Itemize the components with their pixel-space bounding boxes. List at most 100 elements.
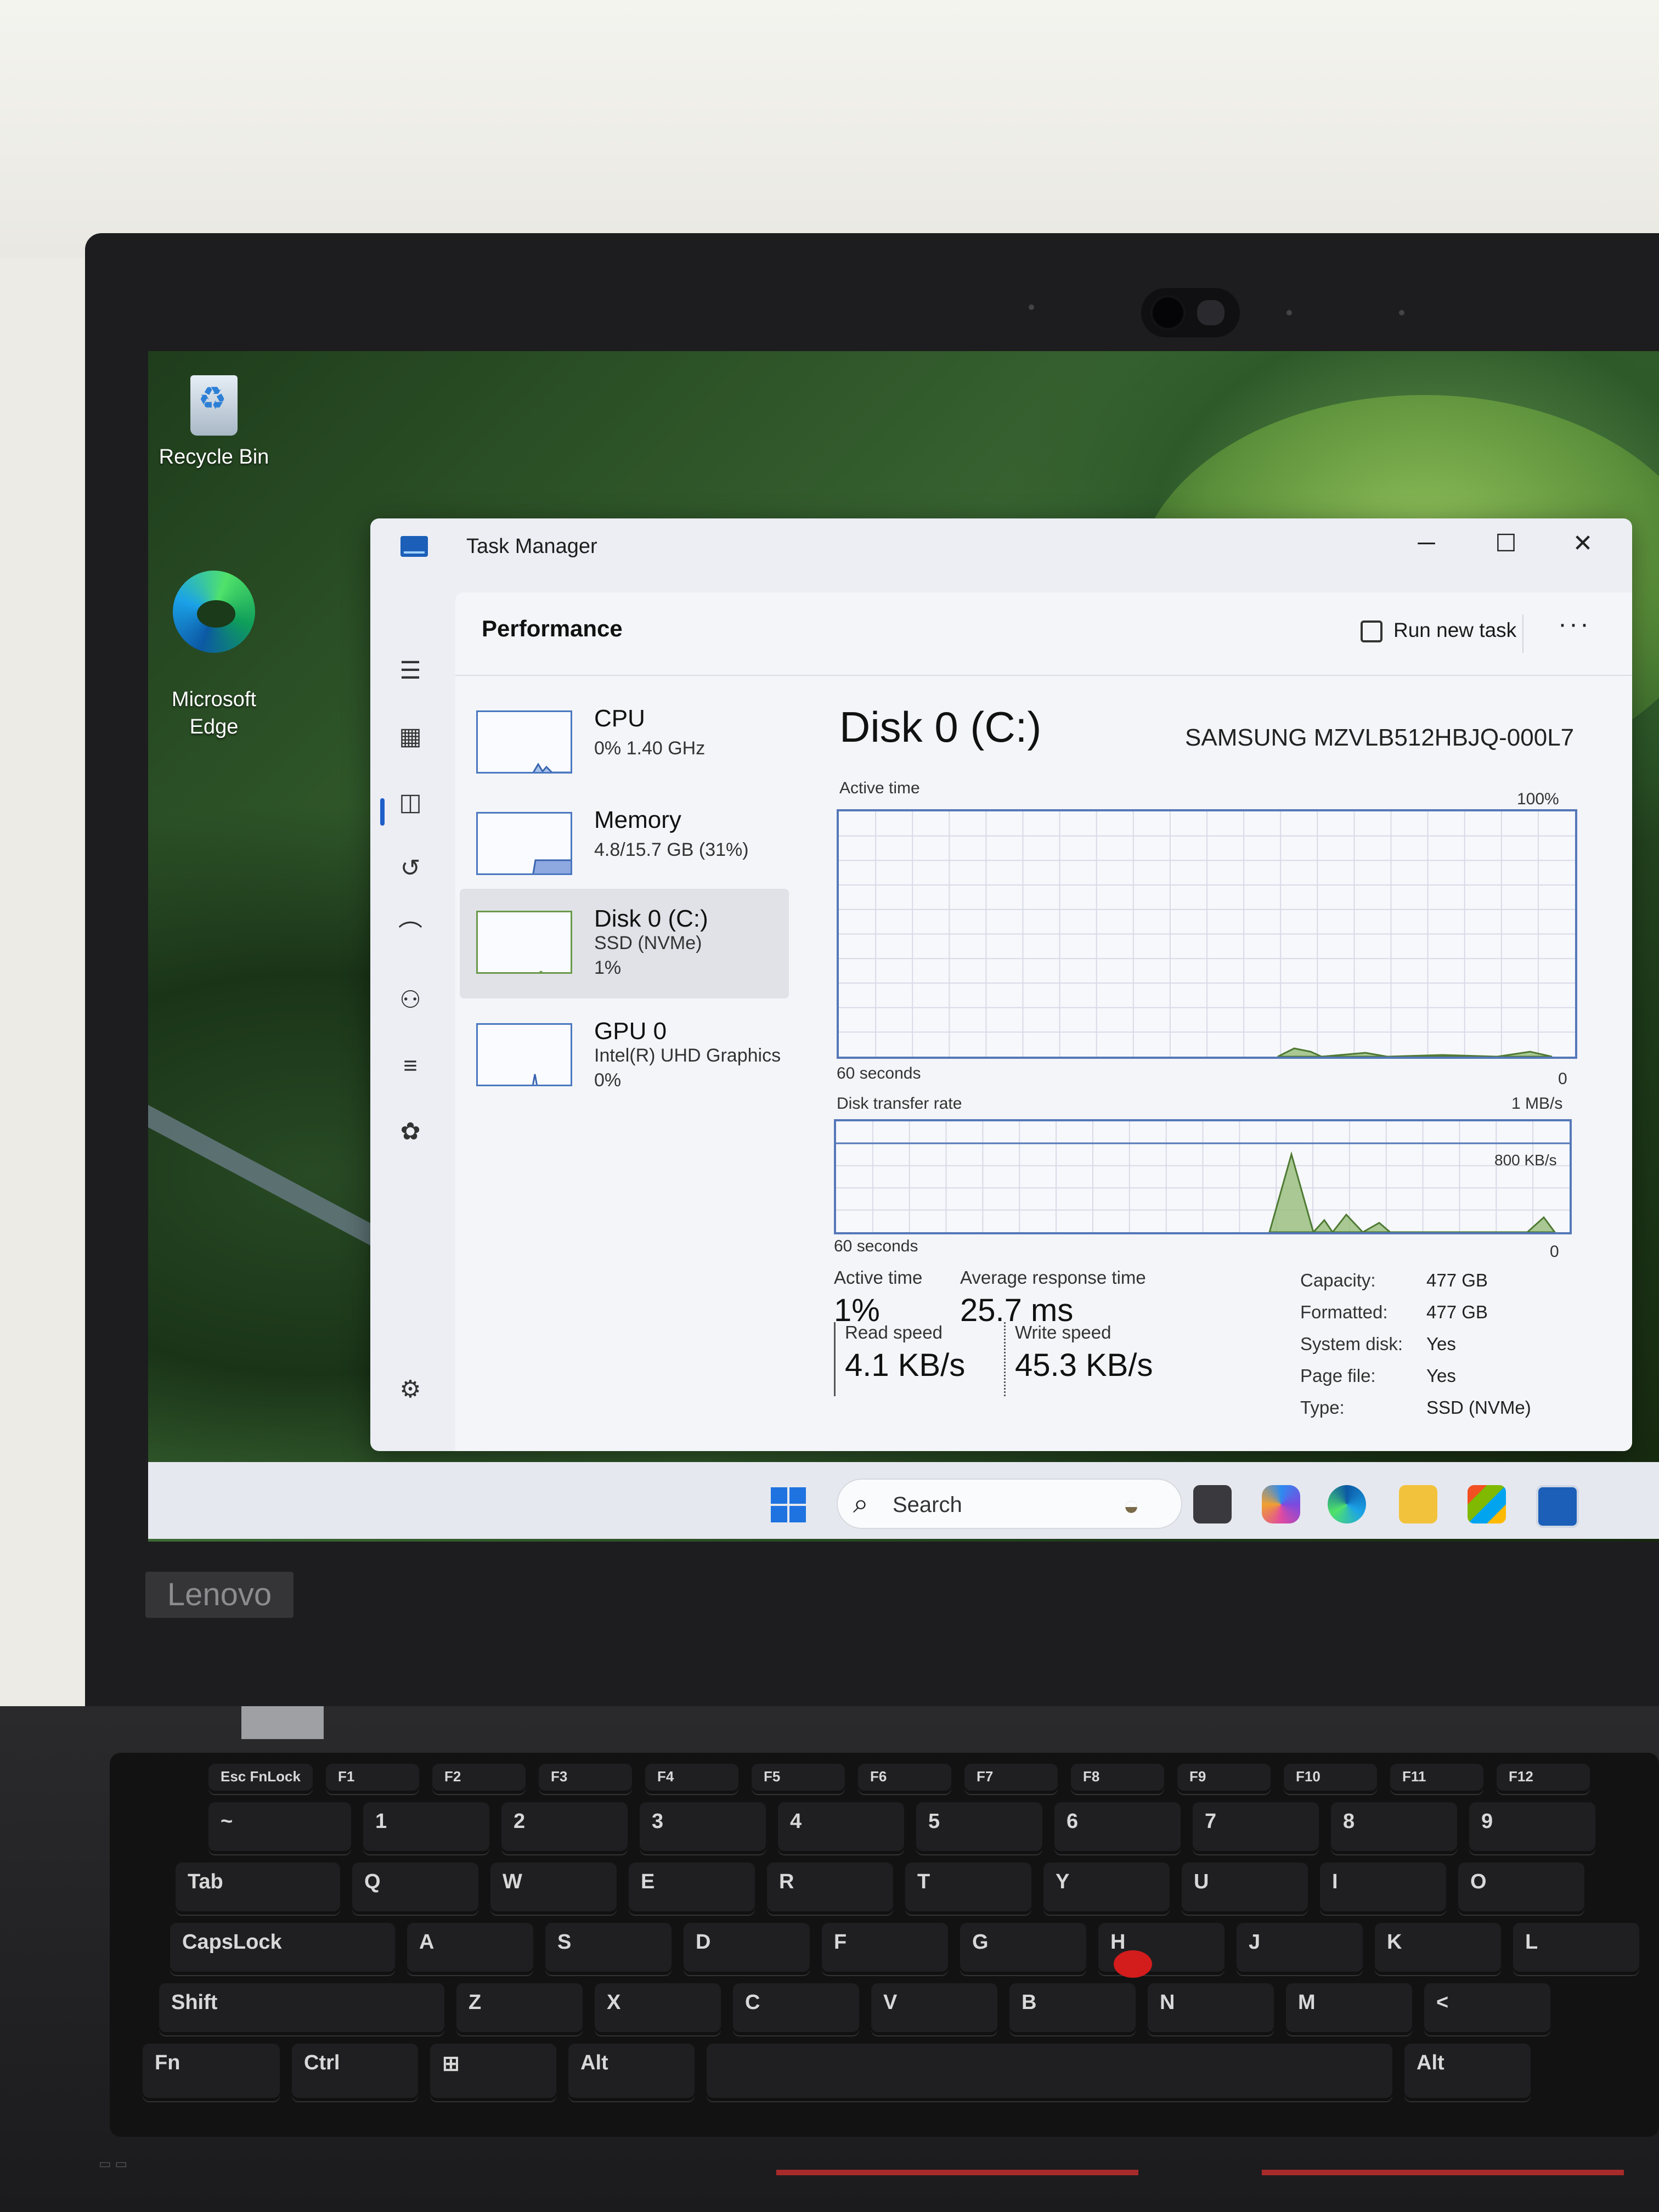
key[interactable]: S [545, 1923, 672, 1975]
device-item-disk[interactable]: Disk 0 (C:) SSD (NVMe) 1% [460, 889, 789, 998]
key[interactable]: Alt [568, 2044, 695, 2101]
trackpoint[interactable] [1114, 1950, 1152, 1978]
more-options-icon[interactable]: ··· [1558, 609, 1591, 639]
settings-gear-icon[interactable]: ⚙ [395, 1374, 426, 1405]
key[interactable]: Z [456, 1983, 583, 2035]
key[interactable]: Y [1043, 1863, 1170, 1915]
key[interactable]: B [1009, 1983, 1136, 2035]
key-label: B [1022, 1991, 1037, 2014]
key[interactable]: 4 [778, 1802, 904, 1854]
key[interactable] [707, 2044, 1392, 2101]
edge-taskbar-icon[interactable] [1328, 1485, 1366, 1523]
key[interactable]: 1 [363, 1802, 489, 1854]
run-new-task-button[interactable]: Run new task [1361, 619, 1516, 643]
copilot-icon[interactable] [1262, 1485, 1300, 1523]
device-item-memory[interactable]: Memory 4.8/15.7 GB (31%) [460, 790, 789, 900]
key[interactable]: 7 [1193, 1802, 1319, 1854]
key[interactable]: 6 [1054, 1802, 1181, 1854]
key[interactable]: Ctrl [292, 2044, 418, 2101]
taskbar-search[interactable]: ⌕ Search ◒ [837, 1479, 1182, 1529]
device-type: SSD (NVMe) [594, 933, 702, 953]
key[interactable]: K [1375, 1923, 1501, 1975]
close-button[interactable]: ✕ [1558, 529, 1607, 557]
processes-icon[interactable]: ▦ [395, 721, 426, 752]
key[interactable]: F3 [539, 1764, 632, 1794]
device-stats: 4.8/15.7 GB (31%) [594, 839, 749, 860]
maximize-button[interactable]: ☐ [1481, 529, 1531, 557]
key[interactable]: ~ [208, 1802, 351, 1854]
key[interactable]: F1 [326, 1764, 419, 1794]
key[interactable]: T [905, 1863, 1031, 1915]
minimize-button[interactable]: ─ [1402, 529, 1451, 557]
key[interactable]: F2 [432, 1764, 526, 1794]
key[interactable]: F12 [1497, 1764, 1590, 1794]
key[interactable]: L [1513, 1923, 1639, 1975]
key[interactable]: 5 [916, 1802, 1042, 1854]
key-label: ⊞ [442, 2052, 460, 2075]
key[interactable]: F5 [752, 1764, 845, 1794]
device-usage: 0% [594, 1070, 622, 1091]
key[interactable]: ⊞ [430, 2044, 556, 2101]
key[interactable]: R [767, 1863, 893, 1915]
key[interactable]: O [1458, 1863, 1584, 1915]
app-history-icon[interactable]: ↺ [395, 853, 426, 884]
key[interactable]: Esc FnLock [208, 1764, 313, 1794]
performance-icon[interactable]: ◫ [395, 787, 426, 818]
key[interactable]: 3 [640, 1802, 766, 1854]
device-item-gpu[interactable]: GPU 0 Intel(R) UHD Graphics 0% [460, 1001, 789, 1111]
key[interactable]: X [595, 1983, 721, 2035]
start-button[interactable] [771, 1487, 806, 1522]
cpu-thumbnail-graph [476, 710, 572, 774]
key-label: 8 [1343, 1810, 1355, 1833]
key[interactable]: D [684, 1923, 810, 1975]
key[interactable]: Shift [159, 1983, 444, 2035]
key[interactable]: F10 [1284, 1764, 1377, 1794]
device-name: Disk 0 (C:) [594, 905, 708, 932]
details-icon[interactable]: ≡ [395, 1051, 426, 1081]
key[interactable]: G [960, 1923, 1086, 1975]
users-icon[interactable]: ⚇ [395, 985, 426, 1015]
key-label: F12 [1509, 1768, 1533, 1785]
key[interactable]: F [822, 1923, 948, 1975]
key[interactable]: Alt [1404, 2044, 1531, 2101]
key[interactable]: C [733, 1983, 859, 2035]
key[interactable]: I [1320, 1863, 1446, 1915]
key[interactable]: E [629, 1863, 755, 1915]
page-title: Performance [482, 616, 623, 641]
key-label: Alt [1417, 2051, 1444, 2074]
key[interactable]: N [1148, 1983, 1274, 2035]
key[interactable]: F11 [1390, 1764, 1483, 1794]
key[interactable]: Q [352, 1863, 478, 1915]
key[interactable]: F6 [858, 1764, 951, 1794]
key[interactable]: W [490, 1863, 617, 1915]
task-view-icon[interactable] [1193, 1485, 1232, 1523]
startup-apps-icon[interactable]: ⌒ [395, 919, 426, 950]
title-bar[interactable]: Task Manager ─ ☐ ✕ [370, 518, 1632, 601]
key[interactable]: F9 [1177, 1764, 1271, 1794]
key[interactable]: CapsLock [170, 1923, 395, 1975]
hamburger-menu-icon[interactable]: ☰ [395, 656, 426, 686]
key[interactable]: U [1182, 1863, 1308, 1915]
key[interactable]: < [1424, 1983, 1550, 2035]
key[interactable]: A [407, 1923, 533, 1975]
key[interactable]: F4 [645, 1764, 738, 1794]
task-manager-taskbar-icon[interactable] [1536, 1485, 1579, 1528]
store-icon[interactable] [1468, 1485, 1506, 1523]
key[interactable]: V [871, 1983, 997, 2035]
key[interactable]: F7 [964, 1764, 1058, 1794]
key[interactable]: 8 [1331, 1802, 1457, 1854]
key[interactable]: 2 [501, 1802, 628, 1854]
key-label: 4 [790, 1810, 802, 1833]
key[interactable]: M [1286, 1983, 1412, 2035]
key[interactable]: Fn [143, 2044, 280, 2101]
key[interactable]: F8 [1071, 1764, 1164, 1794]
services-icon[interactable]: ✿ [395, 1116, 426, 1147]
key[interactable]: 9 [1469, 1802, 1595, 1854]
selected-indicator [380, 798, 385, 826]
device-item-cpu[interactable]: CPU 0% 1.40 GHz [460, 689, 789, 798]
file-explorer-icon[interactable] [1399, 1485, 1437, 1523]
desktop-icon-recycle-bin[interactable]: Recycle Bin [156, 368, 272, 471]
key[interactable]: J [1237, 1923, 1363, 1975]
desktop-icon-edge[interactable]: Microsoft Edge [156, 543, 272, 768]
key[interactable]: Tab [176, 1863, 340, 1915]
